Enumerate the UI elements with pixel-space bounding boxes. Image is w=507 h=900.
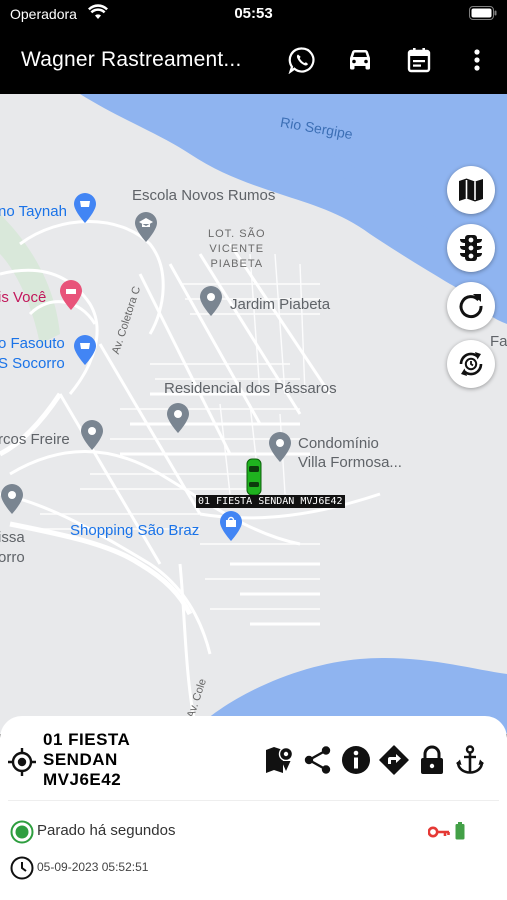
whatsapp-icon bbox=[288, 47, 315, 74]
anchor-icon bbox=[456, 745, 484, 774]
vehicle-status-text: Parado há segundos bbox=[37, 822, 176, 839]
map-layers-icon bbox=[459, 178, 483, 202]
place-pin-icon[interactable] bbox=[79, 419, 105, 451]
route-history-icon bbox=[266, 746, 294, 773]
map-label-issa: issa bbox=[0, 529, 25, 546]
vehicle-name: 01 FIESTA SENDAN MVJ6E42 bbox=[43, 730, 131, 789]
last-update-timestamp: 05-09-2023 05:52:51 bbox=[37, 860, 149, 874]
shopping-pin-icon[interactable] bbox=[72, 192, 98, 224]
traffic-button[interactable] bbox=[447, 224, 495, 272]
directions-icon bbox=[379, 745, 409, 775]
traffic-icon bbox=[460, 235, 482, 261]
route-history-button[interactable] bbox=[263, 743, 297, 777]
map-label-taynah: no Taynah bbox=[0, 203, 67, 220]
directions-button[interactable] bbox=[377, 743, 411, 777]
calendar-button[interactable] bbox=[401, 42, 437, 78]
shopping-bag-pin-icon[interactable] bbox=[218, 510, 244, 542]
page-title: Wagner Rastreament... bbox=[21, 48, 242, 71]
battery-icon bbox=[469, 6, 497, 25]
map-label-condominio: Condomínio Villa Formosa... bbox=[298, 435, 402, 471]
map-label-lot-sao-vicente: LOT. SÃO VICENTE PIABETA bbox=[208, 228, 266, 270]
more-options-button[interactable] bbox=[459, 42, 495, 78]
place-pin-icon[interactable] bbox=[165, 402, 191, 434]
info-icon bbox=[342, 746, 370, 774]
map-label-socorro: S Socorro bbox=[0, 355, 65, 372]
share-button[interactable] bbox=[301, 743, 335, 777]
map-label-fasouto: o Fasouto bbox=[0, 335, 65, 352]
refresh-icon bbox=[459, 294, 483, 319]
place-pin-icon[interactable] bbox=[198, 285, 224, 317]
map-type-button[interactable] bbox=[447, 166, 495, 214]
crosshair-icon bbox=[8, 748, 36, 776]
school-pin-icon[interactable] bbox=[133, 211, 159, 243]
car-icon bbox=[350, 50, 370, 70]
ignition-key-icon bbox=[427, 825, 450, 843]
map-label-marcos-freire: rcos Freire bbox=[0, 431, 70, 448]
map-label-residencial: Residencial dos Pássaros bbox=[164, 380, 337, 397]
stopped-status-icon bbox=[10, 820, 34, 849]
vehicles-button[interactable] bbox=[342, 42, 378, 78]
place-pin-icon[interactable] bbox=[0, 483, 25, 515]
auto-refresh-button[interactable] bbox=[447, 340, 495, 388]
app-bar: Wagner Rastreament... bbox=[0, 28, 507, 94]
map-label-fa: Fa bbox=[490, 333, 507, 350]
place-pin-icon[interactable] bbox=[267, 431, 293, 463]
locate-vehicle-button[interactable] bbox=[8, 748, 36, 781]
battery-status-icon bbox=[455, 822, 465, 845]
map-view[interactable]: Rio Sergipe Escola Novos Rumos no Taynah… bbox=[0, 94, 507, 734]
map-label-is-voce: is Você bbox=[0, 289, 47, 306]
calendar-icon bbox=[407, 48, 431, 73]
vehicle-actions bbox=[263, 743, 487, 777]
vehicle-car-icon[interactable] bbox=[245, 458, 263, 496]
lock-button[interactable] bbox=[415, 743, 449, 777]
map-label-escola: Escola Novos Rumos bbox=[132, 187, 276, 204]
shopping-pin-icon[interactable] bbox=[72, 334, 98, 366]
lock-icon bbox=[421, 745, 443, 774]
vehicle-map-label[interactable]: 01 FIESTA SENDAN MVJ6E42 bbox=[196, 495, 345, 508]
more-vert-icon bbox=[474, 49, 480, 71]
shop-pink-pin-icon[interactable] bbox=[58, 279, 84, 311]
status-bar: Operadora 05:53 bbox=[0, 0, 507, 28]
map-label-shopping: Shopping São Braz bbox=[70, 522, 200, 539]
panel-divider bbox=[8, 800, 499, 801]
anchor-button[interactable] bbox=[453, 743, 487, 777]
auto-refresh-icon bbox=[459, 352, 483, 376]
share-icon bbox=[304, 746, 331, 774]
clock-time: 05:53 bbox=[234, 5, 273, 22]
map-label-jardim-piabeta: Jardim Piabeta bbox=[230, 296, 331, 313]
clock-icon bbox=[10, 856, 34, 885]
info-button[interactable] bbox=[339, 743, 373, 777]
refresh-button[interactable] bbox=[447, 282, 495, 330]
map-label-orro: orro bbox=[0, 549, 25, 566]
whatsapp-button[interactable] bbox=[284, 42, 320, 78]
vehicle-detail-panel: 01 FIESTA SENDAN MVJ6E42 Parado há segun… bbox=[0, 716, 507, 900]
